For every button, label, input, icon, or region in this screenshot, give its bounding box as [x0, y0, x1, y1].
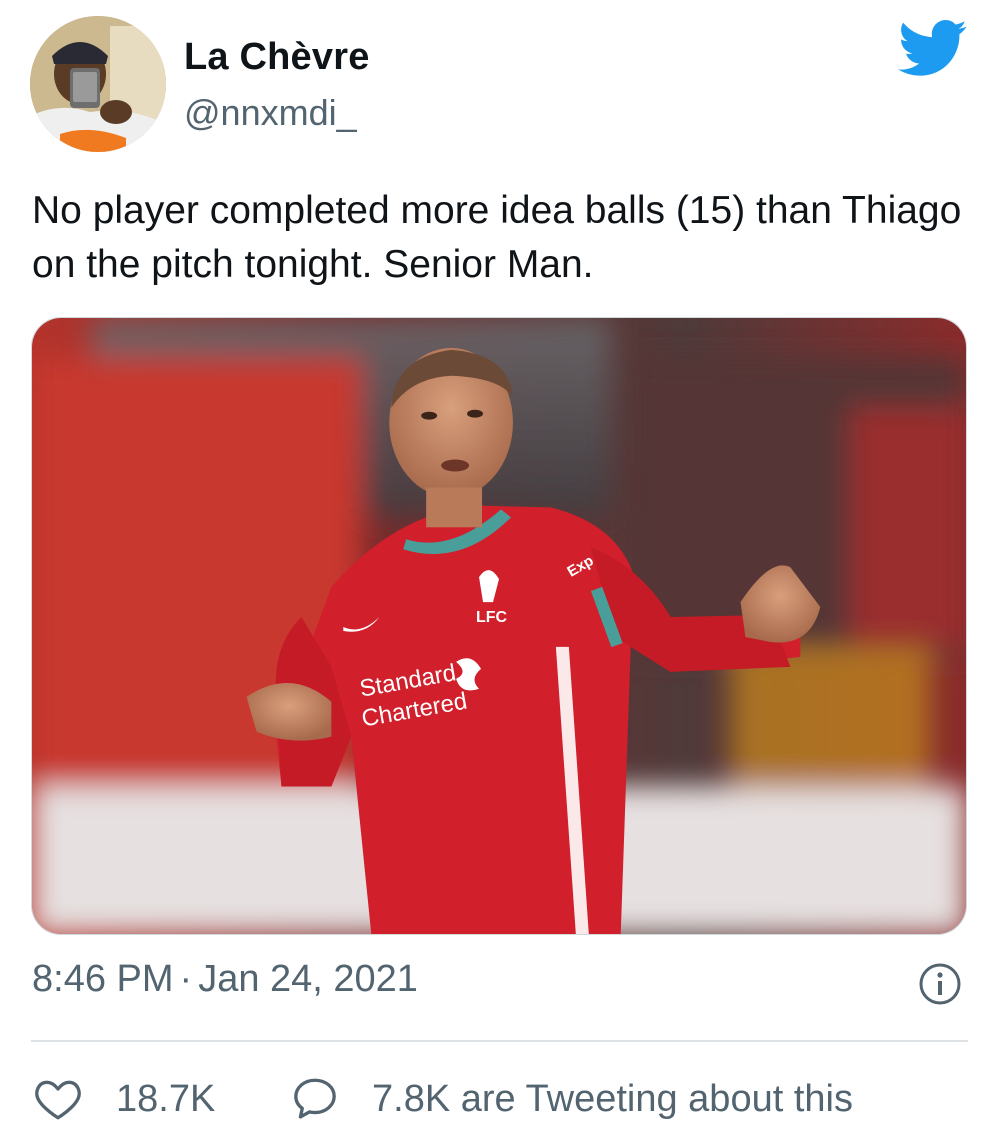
author-avatar[interactable] — [30, 16, 166, 152]
like-count[interactable]: 18.7K — [116, 1078, 215, 1121]
author-display-name[interactable]: La Chèvre — [184, 36, 370, 79]
tweet-date: Jan 24, 2021 — [198, 958, 418, 1000]
speech-bubble-icon[interactable] — [289, 1074, 341, 1124]
info-icon[interactable] — [918, 962, 962, 1006]
author-handle[interactable]: @nnxmdi_ — [184, 92, 357, 134]
heart-icon[interactable] — [32, 1074, 84, 1124]
timestamp-separator: · — [179, 958, 193, 1000]
tweet-photo[interactable]: LFC Standard Chartered Exp — [31, 317, 967, 935]
divider — [31, 1040, 968, 1042]
tweeting-about-this[interactable]: 7.8K are Tweeting about this — [372, 1078, 853, 1121]
tweet-header: La Chèvre @nnxmdi_ — [0, 0, 993, 160]
tweet-actions: 18.7K 7.8K are Tweeting about this — [0, 1070, 993, 1134]
twitter-bird-icon — [898, 20, 968, 78]
tweet-time: 8:46 PM — [32, 958, 174, 1000]
tweet-timestamp[interactable]: 8:46 PM · Jan 24, 2021 — [32, 958, 418, 1001]
tweet-text: No player completed more idea balls (15)… — [32, 189, 962, 286]
shirt-crest: LFC — [476, 609, 507, 626]
